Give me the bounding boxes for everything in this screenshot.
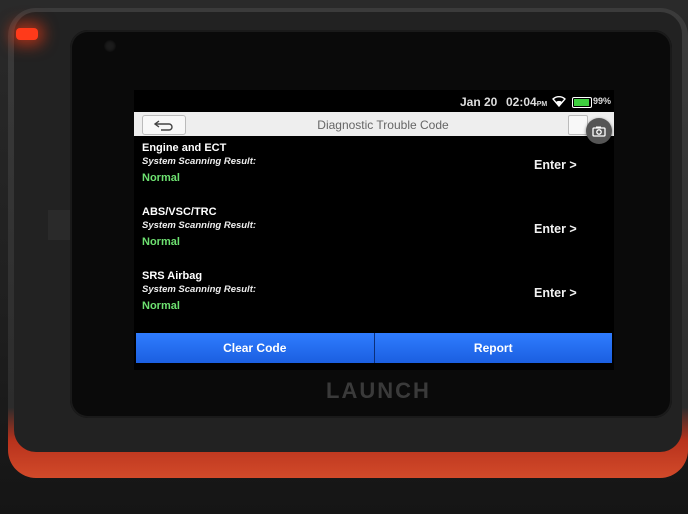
front-camera-icon xyxy=(104,40,116,52)
device-brand-logo: LAUNCH xyxy=(326,378,431,403)
enter-button[interactable]: Enter > xyxy=(534,222,577,236)
system-name: SRS Airbag xyxy=(142,270,203,282)
status-time: 02:04PM xyxy=(506,95,548,109)
clear-code-button[interactable]: Clear Code xyxy=(136,333,375,363)
title-bar: Diagnostic Trouble Code xyxy=(134,112,614,136)
battery-icon xyxy=(572,97,592,108)
system-name: ABS/VSC/TRC xyxy=(142,206,217,218)
report-button[interactable]: Report xyxy=(375,333,613,363)
battery-percentage: 99% xyxy=(593,96,612,106)
device-screen: Jan 20 02:04PM 99% Diagnostic Trouble Co… xyxy=(134,90,614,370)
status-bar: Jan 20 02:04PM 99% xyxy=(134,90,614,112)
side-sensor xyxy=(48,210,70,240)
system-list: Engine and ECT System Scanning Result: N… xyxy=(134,140,614,332)
action-bar: Clear Code Report xyxy=(136,333,612,363)
system-scan-label: System Scanning Result: xyxy=(142,156,257,167)
camera-icon xyxy=(592,126,606,137)
system-name: Engine and ECT xyxy=(142,142,227,154)
enter-button[interactable]: Enter > xyxy=(534,286,577,300)
enter-button[interactable]: Enter > xyxy=(534,158,577,172)
tool-button[interactable] xyxy=(568,115,588,135)
list-item: Engine and ECT System Scanning Result: N… xyxy=(134,140,614,204)
system-scan-label: System Scanning Result: xyxy=(142,284,257,295)
power-led-icon xyxy=(16,28,38,40)
page-title: Diagnostic Trouble Code xyxy=(317,118,449,132)
wifi-icon xyxy=(552,96,566,107)
status-badge: Normal xyxy=(142,236,180,248)
status-badge: Normal xyxy=(142,300,180,312)
list-item: SRS Airbag System Scanning Result: Norma… xyxy=(134,268,614,332)
system-scan-label: System Scanning Result: xyxy=(142,220,257,231)
status-badge: Normal xyxy=(142,172,180,184)
status-date: Jan 20 xyxy=(460,95,498,109)
list-item: ABS/VSC/TRC System Scanning Result: Norm… xyxy=(134,204,614,268)
